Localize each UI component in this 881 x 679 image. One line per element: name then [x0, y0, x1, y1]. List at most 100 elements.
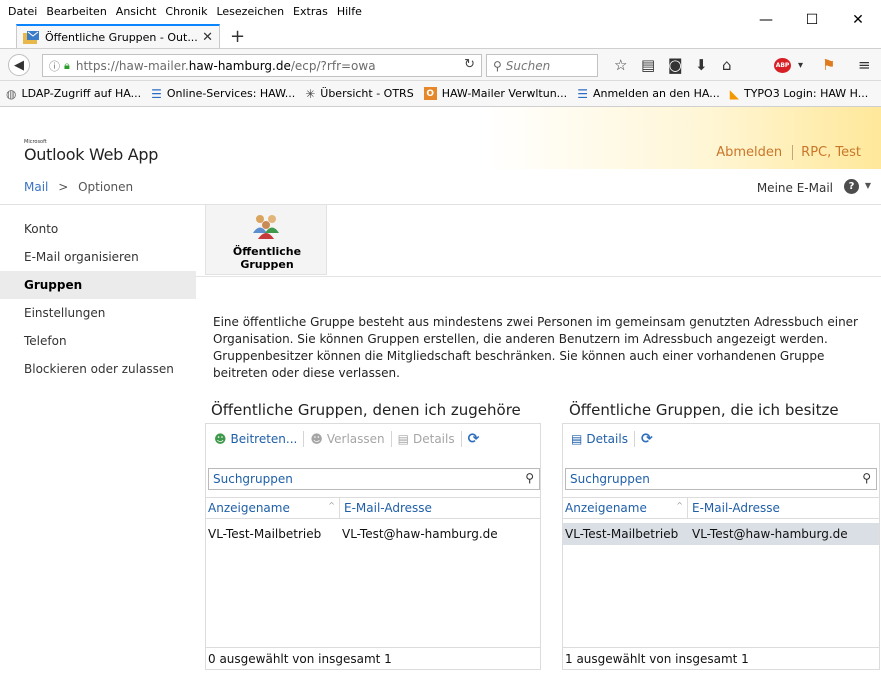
search-icon[interactable]: ⚲: [525, 471, 534, 485]
bookmark-ldap[interactable]: ◍ LDAP-Zugriff auf HA...: [6, 87, 141, 101]
url-bar[interactable]: ⓘ 🔒︎ https://haw-mailer. haw-hamburg.de/e…: [42, 54, 482, 77]
join-button[interactable]: ☻ Beitreten...: [214, 432, 297, 446]
leave-button[interactable]: ☻ Verlassen: [310, 432, 384, 446]
menu-chronik[interactable]: Chronik: [165, 5, 207, 18]
details-button[interactable]: ▤ Details: [398, 432, 455, 446]
owned-groups-footer: 1 ausgewählt von insgesamt 1: [563, 647, 879, 669]
member-groups-toolbar: ☻ Beitreten... ☻ Verlassen ▤ Details ⟳: [206, 424, 485, 454]
bookmark-label: LDAP-Zugriff auf HA...: [21, 87, 142, 100]
info-icon[interactable]: ⓘ: [49, 58, 60, 74]
star-icon[interactable]: ☆: [614, 56, 627, 74]
column-label: Anzeigename: [565, 501, 647, 515]
globe-icon: ◍: [6, 86, 17, 101]
search-bar[interactable]: ⚲ Suchen: [486, 54, 598, 77]
tab-title: Öffentliche Gruppen - Out...: [45, 31, 198, 44]
bookmark-label: HAW-Mailer Verwltun...: [441, 87, 568, 100]
new-tab-button[interactable]: +: [230, 26, 245, 47]
toolbar-separator: [633, 431, 635, 447]
column-label: Anzeigename: [208, 501, 290, 515]
bookmark-label: Online-Services: HAW...: [166, 87, 296, 100]
bookmark-label: TYPO3 Login: HAW H...: [743, 87, 869, 100]
nav-item-telefon[interactable]: Telefon: [0, 327, 196, 355]
toolbar-separator: [460, 431, 462, 447]
download-icon[interactable]: ⬇: [695, 56, 708, 74]
adblock-icon[interactable]: ABP: [774, 58, 791, 73]
column-email[interactable]: E-Mail-Adresse: [688, 501, 780, 515]
url-path: /ecp/?rfr=owa: [290, 58, 376, 73]
tab-oeffentliche-gruppen[interactable]: Öffentliche Gruppen - Out... ✕: [16, 24, 220, 49]
join-label: Beitreten...: [230, 432, 298, 446]
search-icon[interactable]: ⚲: [862, 471, 871, 485]
member-groups-search-input[interactable]: Suchgruppen ⚲: [208, 468, 540, 490]
menu-hilfe[interactable]: Hilfe: [337, 5, 362, 18]
adblock-dropdown-icon[interactable]: ▾: [798, 60, 803, 71]
owa-header: Microsoft Outlook Web App Abmelden RPC, …: [0, 107, 881, 169]
details-label: Details: [586, 432, 628, 446]
breadcrumb-mail[interactable]: Mail: [24, 180, 48, 194]
menu-extras[interactable]: Extras: [293, 5, 328, 18]
row-name: VL-Test-Mailbetrieb: [208, 527, 322, 541]
user-name[interactable]: RPC, Test: [793, 145, 861, 160]
content-divider: [196, 276, 881, 277]
pocket-icon[interactable]: ◙: [668, 56, 683, 74]
lock-icon[interactable]: 🔒︎: [64, 59, 70, 73]
outlook-folder-icon: [23, 30, 39, 44]
search-placeholder: Suchgruppen: [213, 472, 293, 486]
breadcrumb-separator: >: [58, 180, 69, 194]
signout-link[interactable]: Abmelden: [716, 145, 794, 160]
refresh-icon: ⟳: [640, 431, 653, 447]
bookmark-online-services[interactable]: ☰ Online-Services: HAW...: [151, 87, 295, 101]
bookmark-anmelden[interactable]: ☰ Anmelden an den HA...: [577, 87, 720, 101]
tab-strip: Öffentliche Gruppen - Out... ✕ +: [0, 22, 881, 49]
member-groups-header: Anzeigename ^ E-Mail-Adresse: [206, 497, 540, 519]
owned-groups-search-input[interactable]: Suchgruppen ⚲: [565, 468, 877, 490]
bookmark-haw-mailer[interactable]: O HAW-Mailer Verwltun...: [423, 87, 568, 100]
tab-oeffentliche-gruppen-tile[interactable]: Öffentliche Gruppen: [205, 205, 327, 275]
bookmark-label: Übersicht - OTRS: [320, 87, 414, 100]
menu-datei[interactable]: Datei: [8, 5, 37, 18]
nav-item-gruppen[interactable]: Gruppen: [0, 271, 196, 299]
owa-logo: Outlook Web App: [24, 145, 159, 164]
tab-close-icon[interactable]: ✕: [202, 30, 213, 45]
home-icon[interactable]: ⌂: [722, 56, 732, 74]
search-icon: ⚲: [493, 58, 502, 73]
back-arrow-icon[interactable]: ◀: [8, 54, 30, 76]
toolbar-separator: [390, 431, 392, 447]
bookmark-typo3[interactable]: ◣ TYPO3 Login: HAW H...: [730, 87, 868, 101]
help-dropdown-icon[interactable]: ▼: [865, 181, 871, 190]
help-icon[interactable]: ?: [844, 179, 859, 194]
breadcrumb: Mail > Optionen: [24, 180, 133, 194]
reload-icon[interactable]: ↻: [464, 57, 475, 72]
owned-groups-panel: ▤ Details ⟳ Suchgruppen ⚲ Anzeigename ^ …: [562, 423, 880, 670]
groups-description: Eine öffentliche Gruppe besteht aus mind…: [213, 315, 858, 380]
refresh-button[interactable]: ⟳: [468, 431, 480, 447]
reading-list-icon[interactable]: ▤: [641, 56, 655, 74]
menu-lesezeichen[interactable]: Lesezeichen: [216, 5, 284, 18]
column-anzeigename[interactable]: Anzeigename ^: [563, 498, 688, 518]
tile-label: Öffentliche Gruppen: [232, 245, 302, 271]
list-icon: ☰: [151, 86, 162, 101]
table-row[interactable]: VL-Test-Mailbetrieb VL-Test@haw-hamburg.…: [563, 523, 879, 545]
column-anzeigename[interactable]: Anzeigename ^: [206, 498, 340, 518]
nav-item-einstellungen[interactable]: Einstellungen: [0, 299, 196, 327]
nav-item-konto[interactable]: Konto: [0, 215, 196, 243]
column-email[interactable]: E-Mail-Adresse: [340, 501, 432, 515]
row-email: VL-Test@haw-hamburg.de: [342, 527, 498, 541]
navigation-bar: ◀ ⓘ 🔒︎ https://haw-mailer. haw-hamburg.de…: [0, 48, 881, 81]
nav-item-blockieren[interactable]: Blockieren oder zulassen: [0, 355, 196, 383]
bookmark-otrs[interactable]: ✳ Übersicht - OTRS: [305, 87, 413, 101]
menu-ansicht[interactable]: Ansicht: [116, 5, 157, 18]
owned-details-button[interactable]: ▤ Details: [571, 432, 628, 446]
group-icon: [253, 215, 279, 239]
details-icon: ▤: [397, 432, 409, 446]
row-name: VL-Test-Mailbetrieb: [565, 527, 679, 541]
owned-refresh-button[interactable]: ⟳: [641, 431, 653, 447]
toolbar-separator: [303, 431, 305, 447]
extension-icon[interactable]: ⚑: [822, 56, 835, 74]
menu-bearbeiten[interactable]: Bearbeiten: [46, 5, 106, 18]
hamburger-menu-icon[interactable]: ≡: [858, 56, 871, 74]
table-row[interactable]: VL-Test-Mailbetrieb VL-Test@haw-hamburg.…: [206, 523, 540, 545]
leave-group-icon: ☻: [310, 432, 323, 446]
my-mail-link[interactable]: Meine E-Mail: [757, 181, 833, 195]
nav-item-email-organisieren[interactable]: E-Mail organisieren: [0, 243, 196, 271]
